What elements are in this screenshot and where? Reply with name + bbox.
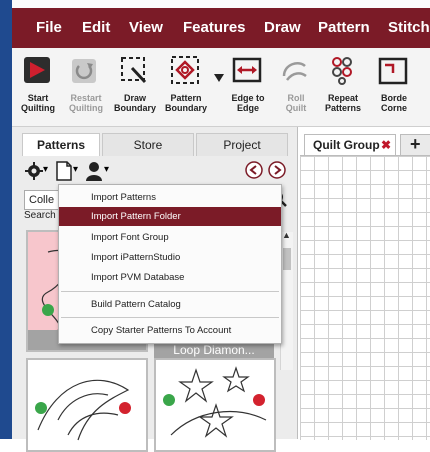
draw-boundary-icon [121,57,147,84]
menu-bar: File Edit View Features Draw Pattern Sti… [12,8,430,48]
border-corner-button[interactable]: Borde Corne [370,54,418,124]
panel-controls: ▾ ▾ ▾ [12,158,297,184]
menu-pattern[interactable]: Pattern [318,8,370,48]
title-strip [12,0,430,8]
start-quilting-button[interactable]: Start Quilting [14,54,62,124]
menu-item-import-font-group[interactable]: Import Font Group [59,228,281,247]
menu-item-build-pattern-catalog[interactable]: Build Pattern Catalog [59,295,281,314]
plus-icon: + [410,134,421,154]
quilt-grid-canvas[interactable] [300,155,430,440]
restart-icon [72,59,96,83]
chevron-down-icon: ▾ [104,164,110,175]
menu-item-import-pvm-database[interactable]: Import PVM Database [59,268,281,287]
pattern-preview-icon [35,379,131,441]
edge-to-edge-icon [232,57,262,83]
play-icon [24,57,50,83]
menu-divider [61,317,279,318]
tab-project[interactable]: Project [196,133,288,156]
roll-quilt-button[interactable]: Roll Quilt [272,54,320,124]
border-corner-icon [378,57,408,85]
chevron-down-icon: ▾ [73,164,79,175]
pattern-boundary-button[interactable]: Pattern Boundary [162,54,210,124]
edge-to-edge-button[interactable]: Edge to Edge [224,54,272,124]
tab-store[interactable]: Store [102,133,194,156]
pattern-boundary-icon [171,56,199,84]
panel-tabs: Patterns Store Project [12,133,297,156]
menu-stitch[interactable]: Stitch [388,8,430,48]
user-icon[interactable] [86,161,102,181]
chevron-down-icon[interactable] [214,74,224,82]
gear-icon[interactable] [25,162,43,180]
close-icon[interactable]: ✖ [381,135,391,155]
draw-boundary-button[interactable]: Draw Boundary [111,54,159,124]
menu-features[interactable]: Features [183,8,246,48]
menu-edit[interactable]: Edit [82,8,110,48]
search-label: Search [24,210,56,221]
arrow-right-icon[interactable] [268,161,286,179]
pattern-preview-icon [163,366,267,438]
menu-item-import-ipatternstudio[interactable]: Import iPatternStudio [59,248,281,267]
add-tab-button[interactable]: + [400,134,430,156]
repeat-patterns-button[interactable]: Repeat Patterns [319,54,367,124]
roll-quilt-icon [282,62,307,81]
restart-quilting-button[interactable]: Restart Quilting [62,54,110,124]
menu-draw[interactable]: Draw [264,8,301,48]
menu-item-import-pattern-folder[interactable]: Import Pattern Folder [59,207,281,226]
pattern-thumbnail[interactable] [154,358,276,452]
menu-item-import-patterns[interactable]: Import Patterns [59,188,281,207]
chevron-up-icon[interactable]: ▲ [282,230,291,240]
menu-divider [61,291,279,292]
new-file-dropdown: Import Patterns Import Pattern Folder Im… [58,184,282,344]
tab-quilt-group[interactable]: Quilt Group ✖ [304,134,396,156]
new-file-icon[interactable] [56,161,72,181]
pattern-thumbnail[interactable] [26,358,148,452]
repeat-patterns-icon [332,57,352,85]
menu-view[interactable]: View [129,8,163,48]
arrow-left-icon[interactable] [245,161,263,179]
menu-file[interactable]: File [36,8,62,48]
window-edge [0,0,12,439]
tab-patterns[interactable]: Patterns [22,133,100,156]
scroll-thumb[interactable] [283,248,291,270]
tab-label: Quilt Group [313,138,380,152]
menu-item-copy-starter-patterns[interactable]: Copy Starter Patterns To Account [59,321,281,340]
toolbar: Start Quilting Restart Quilting Draw Bou… [12,48,430,127]
chevron-down-icon: ▾ [43,164,49,175]
